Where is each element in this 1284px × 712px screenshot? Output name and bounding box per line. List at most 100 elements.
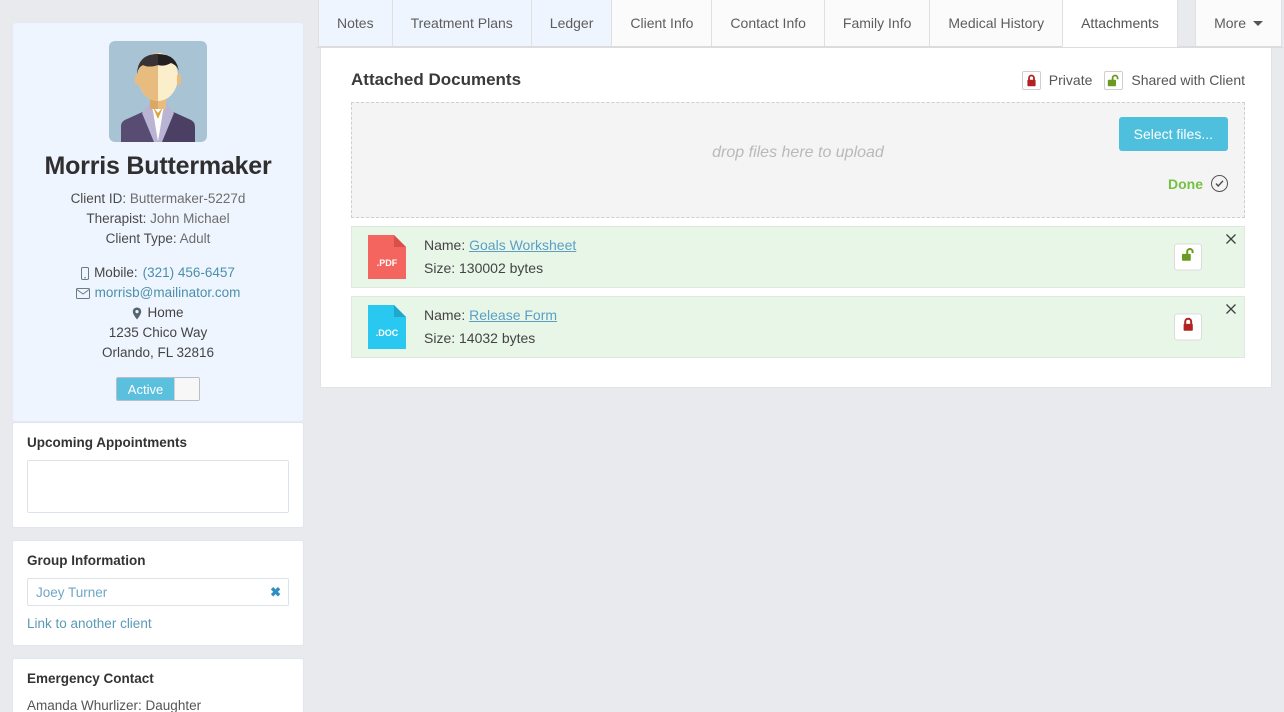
therapist-label: Therapist: bbox=[86, 211, 147, 226]
file-dropzone[interactable]: drop files here to upload Select files..… bbox=[351, 102, 1245, 218]
file-name-line: Name: Release Form bbox=[424, 304, 557, 327]
upcoming-appointments-list[interactable] bbox=[27, 460, 289, 513]
mobile-value-link[interactable]: (321) 456-6457 bbox=[143, 263, 235, 283]
client-id-row: Client ID: Buttermaker-5227d bbox=[23, 189, 293, 209]
legend-private-label: Private bbox=[1048, 72, 1093, 88]
file-name-label: Name: bbox=[424, 307, 466, 323]
pdf-file-icon: .PDF bbox=[368, 235, 406, 279]
contact-block: Mobile: (321) 456-6457 morrisb@mailinato… bbox=[23, 263, 293, 363]
lock-closed-icon bbox=[1182, 317, 1195, 337]
doc-file-icon: .DOC bbox=[368, 305, 406, 349]
client-profile-card: Morris Buttermaker Client ID: Buttermake… bbox=[12, 22, 304, 422]
file-name-link[interactable]: Goals Worksheet bbox=[469, 237, 576, 253]
emergency-contact-name: Amanda Whurlizer: Daughter bbox=[27, 698, 202, 712]
legend-shared: Shared with Client bbox=[1104, 70, 1245, 90]
avatar-wrap bbox=[23, 41, 293, 142]
tab-treatment-plans-label: Treatment Plans bbox=[410, 15, 513, 31]
upcoming-appointments-title: Upcoming Appointments bbox=[27, 435, 187, 450]
client-status-toggle[interactable]: Active bbox=[116, 377, 200, 401]
client-type-row: Client Type: Adult bbox=[23, 229, 293, 249]
main-content: Notes Treatment Plans Ledger Client Info… bbox=[316, 0, 1284, 712]
svg-text:.PDF: .PDF bbox=[377, 258, 398, 268]
tab-treatment-plans[interactable]: Treatment Plans bbox=[391, 0, 532, 47]
client-type-label: Client Type: bbox=[105, 231, 177, 246]
client-type-value: Adult bbox=[179, 231, 211, 246]
tab-contact-info-label: Contact Info bbox=[730, 15, 806, 31]
share-toggle-button[interactable] bbox=[1174, 313, 1202, 341]
page-title: Attached Documents bbox=[351, 70, 522, 89]
therapist-row: Therapist: John Michael bbox=[23, 209, 293, 229]
lock-open-icon bbox=[1104, 70, 1124, 90]
address-line-2: Orlando, FL 32816 bbox=[101, 345, 215, 360]
attachments-panel: Attached Documents Private Shared with C… bbox=[320, 48, 1272, 388]
close-x-icon[interactable] bbox=[1224, 232, 1238, 246]
privacy-legend: Private Shared with Client bbox=[1021, 70, 1245, 90]
tabbar-spacer bbox=[1176, 46, 1196, 47]
client-status-toggle-label: Active bbox=[117, 378, 174, 400]
therapist-value: John Michael bbox=[150, 211, 230, 226]
address-type: Home bbox=[147, 305, 184, 320]
share-toggle-button[interactable] bbox=[1174, 243, 1202, 271]
map-pin-icon bbox=[132, 307, 142, 320]
tab-notes[interactable]: Notes bbox=[318, 0, 393, 47]
tab-attachments[interactable]: Attachments bbox=[1062, 0, 1178, 47]
client-status-toggle-knob[interactable] bbox=[174, 378, 199, 400]
more-tabs-dropdown[interactable]: More bbox=[1195, 0, 1282, 47]
select-files-button[interactable]: Select files... bbox=[1118, 117, 1228, 151]
more-tabs-label: More bbox=[1214, 15, 1246, 31]
file-name-link[interactable]: Release Form bbox=[469, 307, 557, 323]
upload-done-label: Done bbox=[1168, 175, 1203, 192]
user-avatar-illustration-icon bbox=[109, 41, 207, 142]
client-id-value: Buttermaker-5227d bbox=[129, 191, 246, 206]
address-line-1: 1235 Chico Way bbox=[108, 325, 208, 340]
legend-private: Private bbox=[1021, 70, 1093, 90]
attachments-header: Attached Documents Private Shared with C… bbox=[351, 70, 1245, 90]
group-information-title: Group Information bbox=[27, 553, 146, 568]
legend-shared-label: Shared with Client bbox=[1131, 72, 1245, 88]
chevron-down-icon bbox=[1253, 20, 1263, 26]
svg-text:.DOC: .DOC bbox=[376, 328, 399, 338]
file-size: Size: 130002 bytes bbox=[424, 260, 544, 276]
lock-closed-icon bbox=[1021, 70, 1041, 90]
upcoming-appointments-panel: Upcoming Appointments bbox=[12, 422, 304, 528]
file-size: Size: 14032 bytes bbox=[424, 330, 536, 346]
upload-done-status: Done bbox=[1168, 175, 1228, 192]
tab-notes-label: Notes bbox=[337, 15, 374, 31]
tab-ledger-label: Ledger bbox=[549, 15, 594, 31]
file-info: Name: Goals Worksheet Size: 130002 bytes bbox=[424, 234, 576, 280]
check-circle-icon bbox=[1211, 175, 1228, 192]
tab-client-info-label: Client Info bbox=[630, 15, 694, 31]
email-link[interactable]: morrisb@mailinator.com bbox=[95, 283, 241, 303]
tab-attachments-label: Attachments bbox=[1081, 15, 1159, 31]
link-to-another-client-link[interactable]: Link to another client bbox=[27, 616, 289, 631]
mobile-phone-icon bbox=[81, 266, 90, 280]
emergency-contact-title: Emergency Contact bbox=[27, 671, 154, 686]
file-info: Name: Release Form Size: 14032 bytes bbox=[424, 304, 557, 350]
dropzone-hint: drop files here to upload bbox=[712, 144, 884, 161]
client-name: Morris Buttermaker bbox=[44, 152, 272, 180]
email-row: morrisb@mailinator.com bbox=[23, 283, 293, 303]
tab-medical-history[interactable]: Medical History bbox=[929, 0, 1064, 47]
mobile-label: Mobile: bbox=[94, 265, 138, 280]
tab-family-info[interactable]: Family Info bbox=[823, 0, 931, 47]
tab-client-info[interactable]: Client Info bbox=[611, 0, 713, 47]
emergency-contact-panel: Emergency Contact Amanda Whurlizer: Daug… bbox=[12, 658, 304, 712]
table-row[interactable]: .PDF Name: Goals Worksheet Size: 130002 … bbox=[351, 226, 1245, 288]
client-sidebar: Morris Buttermaker Client ID: Buttermake… bbox=[0, 0, 316, 712]
file-name-label: Name: bbox=[424, 237, 466, 253]
table-row[interactable]: .DOC Name: Release Form Size: 14032 byte… bbox=[351, 296, 1245, 358]
group-member-field[interactable]: Joey Turner ✖ bbox=[27, 578, 289, 606]
tab-contact-info[interactable]: Contact Info bbox=[711, 0, 825, 47]
app-root: Morris Buttermaker Client ID: Buttermake… bbox=[0, 0, 1284, 712]
envelope-icon bbox=[75, 287, 90, 299]
close-x-icon[interactable] bbox=[1224, 302, 1238, 316]
file-name-line: Name: Goals Worksheet bbox=[424, 234, 576, 257]
group-member-name: Joey Turner bbox=[36, 584, 108, 600]
remove-x-icon[interactable]: ✖ bbox=[270, 586, 281, 599]
tab-ledger[interactable]: Ledger bbox=[530, 0, 613, 47]
address-type-row: Home bbox=[23, 303, 293, 323]
mobile-row: Mobile: (321) 456-6457 bbox=[23, 263, 293, 283]
group-information-panel: Group Information Joey Turner ✖ Link to … bbox=[12, 540, 304, 646]
tab-family-info-label: Family Info bbox=[842, 15, 912, 31]
client-id-label: Client ID: bbox=[70, 191, 127, 206]
